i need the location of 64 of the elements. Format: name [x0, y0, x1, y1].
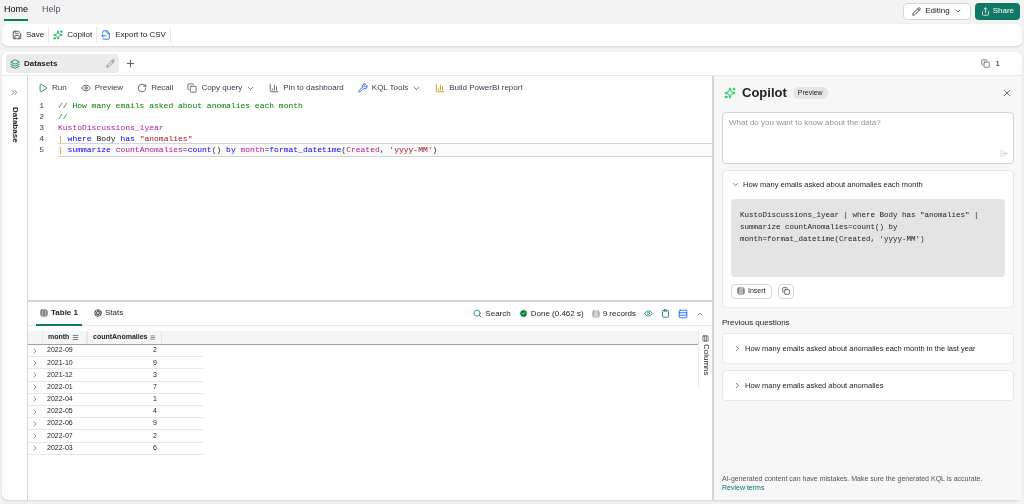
view-icon[interactable]: [644, 309, 653, 318]
results-tab[interactable]: Table 1: [36, 301, 82, 326]
sidebar-label[interactable]: Database: [8, 107, 21, 143]
search-button[interactable]: Search: [473, 307, 511, 320]
stats-icon: [94, 308, 102, 317]
editing-button[interactable]: Editing: [903, 2, 971, 20]
menu-tab[interactable]: Home: [4, 1, 28, 21]
records-count: 9 records: [602, 307, 636, 320]
query-tab[interactable]: Datasets: [6, 54, 119, 73]
code-line: KustoDiscussions_1year: [58, 121, 165, 134]
bar-chart-icon: [269, 83, 280, 93]
wrench-icon: [357, 83, 368, 93]
search-icon: [473, 309, 483, 318]
check-icon: [518, 309, 528, 318]
pencil-icon: [912, 6, 922, 16]
copy-icon: [187, 83, 198, 93]
editor-toolbar-button[interactable]: Pin to dashboard: [269, 82, 344, 94]
eye-icon: [80, 83, 91, 93]
column-menu-icon[interactable]: [72, 334, 80, 341]
expand-icon[interactable]: [10, 88, 19, 97]
share-button[interactable]: Share: [974, 2, 1020, 20]
share-icon: [980, 6, 990, 16]
code-line: // How many emails asked about anomalies each month: [58, 99, 304, 112]
toolbar-button[interactable]: Export to CSV: [97, 27, 171, 43]
editor-toolbar-button[interactable]: Copy query: [187, 82, 256, 94]
menu-tab[interactable]: Help: [42, 1, 61, 21]
copilot-logo-icon: [724, 87, 736, 99]
layout-icon[interactable]: [678, 308, 688, 319]
caret-icon: [953, 7, 962, 15]
editor-toolbar-button[interactable]: KQL Tools: [357, 82, 422, 94]
copy-icon: [781, 287, 790, 296]
pencil-icon[interactable]: [106, 59, 115, 68]
bar-chart-icon: [435, 83, 446, 93]
line-number: 4: [38, 132, 45, 145]
clipboard-icon[interactable]: [661, 309, 670, 318]
line-number: 2: [38, 110, 45, 123]
toolbar-button[interactable]: Copilot: [49, 27, 98, 43]
copy-icon: [980, 59, 990, 68]
editor-toolbar-button[interactable]: Run: [38, 82, 67, 94]
export-icon: [101, 30, 112, 40]
editor-toolbar-button[interactable]: Build PowerBI report: [435, 82, 523, 94]
play-icon: [38, 83, 48, 93]
editor-toolbar-button[interactable]: Recall: [137, 82, 174, 94]
question-input[interactable]: What do you want to know about the data?: [722, 111, 1014, 164]
code-line: | where Body has "anomalies": [58, 132, 194, 145]
refresh-icon: [137, 83, 148, 93]
previous-questions-label: Previous questions: [722, 316, 791, 329]
copilot-title: Copilot: [742, 84, 787, 103]
copy-button[interactable]: [777, 283, 794, 299]
editor-toolbar-button[interactable]: Preview: [80, 82, 124, 94]
line-number: 5: [38, 143, 45, 156]
toolbar-button[interactable]: Save: [8, 27, 50, 43]
save-icon: [12, 30, 22, 40]
layers-icon: [10, 58, 20, 69]
results-tab[interactable]: Stats: [90, 301, 128, 326]
code-line: //: [58, 110, 69, 123]
add-tab-icon[interactable]: [125, 58, 136, 69]
tab-count: 1: [995, 57, 1000, 70]
column-menu-icon[interactable]: [150, 334, 156, 341]
status-text: Done (0.462 s): [530, 307, 584, 320]
close-icon[interactable]: [1002, 88, 1012, 98]
line-number: 3: [38, 121, 45, 134]
line-number: 1: [38, 99, 45, 112]
sparkle-icon: [53, 30, 64, 40]
